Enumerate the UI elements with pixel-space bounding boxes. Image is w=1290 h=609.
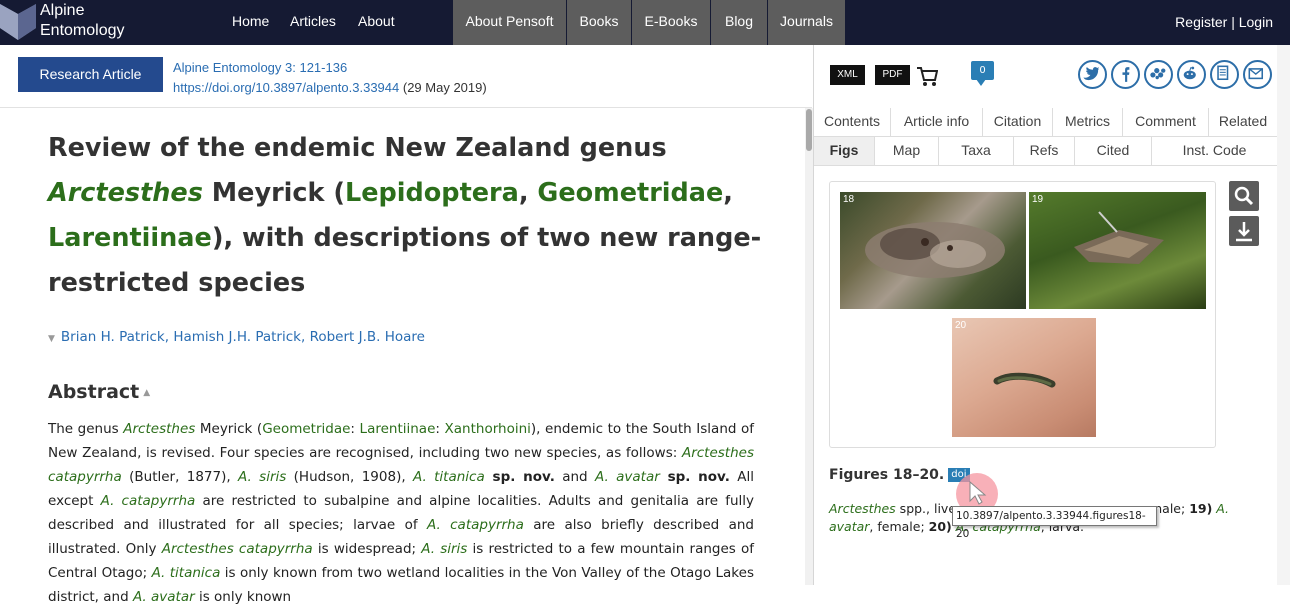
- nav-about[interactable]: About: [358, 0, 395, 45]
- tab-citation[interactable]: Citation: [983, 108, 1053, 137]
- nav-articles[interactable]: Articles: [290, 0, 336, 45]
- page-scrollbar[interactable]: [1277, 45, 1290, 585]
- title-order-link[interactable]: Lepidoptera: [345, 178, 519, 208]
- comment-bubble-tail: [976, 79, 986, 86]
- figure-number-19: 19: [1032, 194, 1044, 205]
- taxon-link[interactable]: Larentiinae: [360, 421, 436, 437]
- figure-number-20: 20: [955, 320, 967, 331]
- nav-about-pensoft[interactable]: About Pensoft: [453, 0, 566, 45]
- header-divider: [0, 107, 812, 108]
- title-text: Review of the endemic New Zealand genus: [48, 133, 667, 163]
- tab-inst-code[interactable]: Inst. Code: [1152, 137, 1277, 166]
- taxon-link[interactable]: A. siris: [421, 541, 467, 557]
- comment-count-badge[interactable]: 0: [971, 61, 994, 80]
- journal-logo[interactable]: Alpine Entomology: [0, 0, 150, 45]
- tab-contents[interactable]: Contents: [814, 108, 891, 137]
- abstract-text: The genus Arctesthes Meyrick (Geometrida…: [48, 421, 755, 605]
- title-text: Meyrick (: [202, 178, 345, 208]
- register-link[interactable]: Register: [1175, 14, 1227, 30]
- tab-metrics[interactable]: Metrics: [1053, 108, 1123, 137]
- download-figure-button[interactable]: [1229, 216, 1259, 246]
- abstract-heading-text: Abstract: [48, 381, 140, 403]
- tab-article-info[interactable]: Article info: [891, 108, 983, 137]
- title-text: ,: [518, 178, 538, 208]
- figure-19-image[interactable]: 19: [1029, 192, 1206, 309]
- zoom-figure-button[interactable]: [1229, 181, 1259, 211]
- figure-20-image[interactable]: 20: [952, 318, 1096, 437]
- taxon-link[interactable]: A. titanica: [152, 565, 221, 581]
- reddit-icon[interactable]: [1177, 60, 1206, 89]
- nav-ebooks[interactable]: E-Books: [632, 0, 710, 45]
- tab-map[interactable]: Map: [875, 137, 939, 166]
- nav-journals[interactable]: Journals: [768, 0, 845, 45]
- taxon-link[interactable]: Arctesthes catapyrrha: [162, 541, 313, 557]
- doi-link[interactable]: https://doi.org/10.3897/alpento.3.33944: [173, 80, 399, 95]
- taxon-link[interactable]: A. titanica: [413, 469, 485, 485]
- author-link[interactable]: Robert J.B. Hoare: [310, 329, 425, 345]
- title-text: ,: [723, 178, 733, 208]
- email-icon[interactable]: [1243, 60, 1272, 89]
- doi-tooltip: 10.3897/alpento.3.33944.figures18-20: [952, 506, 1157, 540]
- taxon-link[interactable]: A. catapyrrha: [101, 493, 196, 509]
- tab-related[interactable]: Related: [1209, 108, 1277, 137]
- expand-authors-icon[interactable]: ▼: [48, 334, 55, 344]
- abstract-heading[interactable]: Abstract ▲: [48, 381, 150, 403]
- taxon-link[interactable]: A. avatar: [133, 589, 195, 605]
- collapse-abstract-icon[interactable]: ▲: [143, 388, 150, 398]
- cart-icon[interactable]: [916, 65, 938, 87]
- twitter-icon[interactable]: [1078, 60, 1107, 89]
- article-scrollbar[interactable]: [805, 108, 813, 585]
- figure-caption-title: Figures 18–20. doi: [829, 467, 970, 483]
- taxon-link[interactable]: Geometridae: [262, 421, 350, 437]
- account-separator: |: [1231, 14, 1235, 30]
- butterfly-logo-icon: [0, 4, 36, 40]
- title-genus-link[interactable]: Arctesthes: [48, 178, 203, 208]
- nav-home[interactable]: Home: [232, 0, 269, 45]
- account-links: Register | Login: [1175, 0, 1273, 45]
- taxon-link[interactable]: A. catapyrrha: [427, 517, 524, 533]
- taxon-link[interactable]: A. avatar: [595, 469, 660, 485]
- taxon-link[interactable]: Arctesthes: [123, 421, 195, 437]
- article-type-badge: Research Article: [18, 57, 163, 92]
- download-arrow-icon: [1236, 222, 1252, 242]
- top-navigation-bar: Alpine Entomology Home Articles About Ab…: [0, 0, 1290, 45]
- logo-text-line2: Entomology: [40, 22, 125, 39]
- figure-panel[interactable]: 18 19 20: [829, 181, 1216, 448]
- article-citation: Alpine Entomology 3: 121-136 https://doi…: [173, 58, 487, 98]
- publication-date: (29 May 2019): [402, 80, 487, 95]
- tab-figs[interactable]: Figs: [814, 137, 875, 166]
- pdf-download-button[interactable]: PDF: [875, 65, 910, 85]
- author-link[interactable]: Brian H. Patrick: [61, 329, 165, 345]
- title-subfamily-link[interactable]: Larentiinae: [48, 223, 212, 253]
- facebook-icon[interactable]: [1111, 60, 1140, 89]
- article-scrollbar-thumb[interactable]: [806, 109, 812, 151]
- author-link[interactable]: Hamish J.H. Patrick: [173, 329, 301, 345]
- print-icon[interactable]: [1210, 60, 1239, 89]
- tab-comment[interactable]: Comment: [1123, 108, 1209, 137]
- title-family-link[interactable]: Geometridae: [537, 178, 723, 208]
- article-tabs: Contents Article info Citation Metrics C…: [814, 108, 1277, 168]
- taxon-link[interactable]: Xanthorhoini: [445, 421, 531, 437]
- figure-number-18: 18: [843, 194, 855, 205]
- moth-photo-19: [1074, 211, 1164, 264]
- moth-photo-18: [865, 222, 1005, 278]
- figure-18-image[interactable]: 18: [840, 192, 1026, 309]
- xml-download-button[interactable]: XML: [830, 65, 865, 85]
- logo-text-line1: Alpine: [40, 2, 85, 19]
- taxon-link[interactable]: Arctesthes: [829, 501, 896, 516]
- larva-photo-20: [993, 372, 1056, 388]
- article-title: Review of the endemic New Zealand genus A…: [48, 126, 778, 306]
- tab-cited[interactable]: Cited: [1075, 137, 1152, 166]
- nav-blog[interactable]: Blog: [711, 0, 767, 45]
- author-list: ▼ Brian H. Patrick, Hamish J.H. Patrick, …: [48, 329, 425, 345]
- taxon-link[interactable]: A. siris: [238, 469, 286, 485]
- magnifier-icon: [1234, 186, 1254, 206]
- mendeley-icon[interactable]: [1144, 60, 1173, 89]
- figure-title-text: Figures 18–20.: [829, 467, 945, 483]
- nav-books[interactable]: Books: [567, 0, 631, 45]
- tab-refs[interactable]: Refs: [1014, 137, 1075, 166]
- journal-reference-link[interactable]: Alpine Entomology 3: 121-136: [173, 58, 487, 78]
- tab-taxa[interactable]: Taxa: [939, 137, 1014, 166]
- login-link[interactable]: Login: [1239, 14, 1273, 30]
